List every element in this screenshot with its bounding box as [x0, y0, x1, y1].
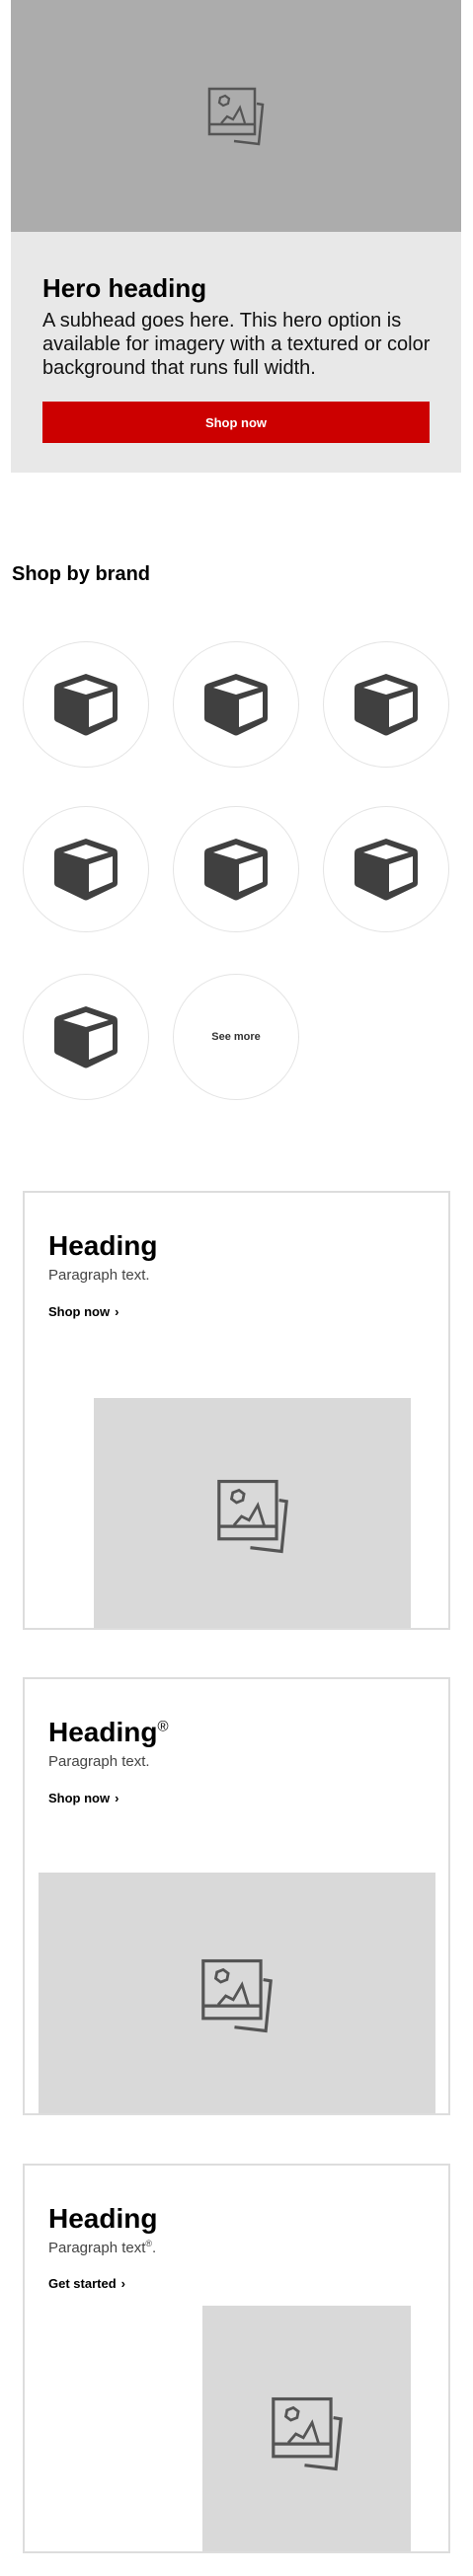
cube-icon [54, 1006, 118, 1068]
cube-icon [355, 674, 418, 736]
brand-item[interactable] [173, 806, 299, 932]
promo-card: Heading Paragraph text. Shop now › [23, 1191, 450, 1630]
shop-now-link[interactable]: Shop now › [48, 1304, 118, 1319]
card-heading: Heading [48, 2203, 158, 2234]
cube-icon [355, 839, 418, 901]
card-image-placeholder [94, 1398, 411, 1628]
image-placeholder-icon [201, 1958, 273, 2033]
hero-subhead: A subhead goes here. This hero option is… [42, 310, 431, 379]
see-more-button[interactable]: See more [173, 974, 299, 1100]
section-heading: Shop by brand [12, 563, 150, 585]
brand-item[interactable] [23, 974, 149, 1100]
brand-item[interactable] [323, 641, 449, 768]
hero-heading: Hero heading [42, 273, 207, 303]
brand-item[interactable] [323, 806, 449, 932]
promo-card: Heading Paragraph text®. Get started › [23, 2164, 450, 2553]
see-more-label: See more [211, 1031, 261, 1043]
cube-icon [204, 839, 268, 901]
chevron-right-icon: › [115, 1304, 119, 1319]
card-paragraph: Paragraph text. [48, 1753, 150, 1770]
card-paragraph: Paragraph text®. [48, 2239, 156, 2256]
image-placeholder-icon [271, 2396, 343, 2471]
image-placeholder-icon [216, 1479, 288, 1554]
card-heading: Heading [48, 1230, 158, 1261]
paragraph-end: . [152, 2240, 157, 2256]
paragraph-text: Paragraph text [48, 2240, 146, 2256]
promo-card: Heading® Paragraph text. Shop now › [23, 1677, 450, 2115]
chevron-right-icon: › [120, 2276, 125, 2291]
image-placeholder-icon [207, 87, 265, 145]
hero-image-placeholder [11, 0, 461, 232]
chevron-right-icon: › [115, 1791, 119, 1805]
card-image-placeholder [202, 2306, 411, 2551]
brand-item[interactable] [23, 641, 149, 768]
link-label: Get started [48, 2276, 117, 2291]
cube-icon [54, 674, 118, 736]
shop-now-button[interactable]: Shop now [42, 402, 430, 443]
card-paragraph: Paragraph text. [48, 1267, 150, 1284]
shop-now-link[interactable]: Shop now › [48, 1791, 118, 1805]
heading-text: Heading [48, 1717, 158, 1747]
card-image-placeholder [39, 1873, 435, 2113]
cube-icon [204, 674, 268, 736]
link-label: Shop now [48, 1791, 111, 1805]
card-heading: Heading® [48, 1717, 169, 1748]
get-started-link[interactable]: Get started › [48, 2276, 125, 2291]
registered-mark: ® [157, 1718, 169, 1735]
brand-item[interactable] [173, 641, 299, 768]
cube-icon [54, 839, 118, 901]
link-label: Shop now [48, 1304, 111, 1319]
brand-item[interactable] [23, 806, 149, 932]
